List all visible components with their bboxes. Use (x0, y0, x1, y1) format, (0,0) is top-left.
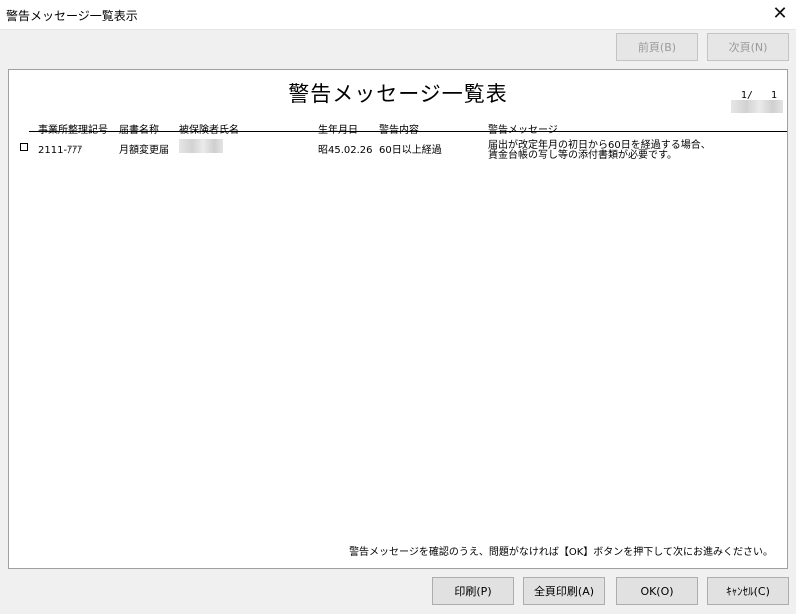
title-bar: 警告メッセージ一覧表示 ✕ (0, 0, 796, 30)
cancel-button[interactable]: ｷｬﾝｾﾙ(C) (707, 577, 789, 605)
report-preview: 警告メッセージ一覧表 1/ 1 事業所整理記号 届書名称 被保険者氏名 生年月日… (8, 69, 788, 569)
row-office-code: 2111-ｱｱｱ (38, 145, 83, 156)
row-birth-date: 昭45.02.26 (318, 145, 373, 156)
row-warning-type: 60日以上経過 (379, 145, 442, 156)
column-office-code: 事業所整理記号 (38, 121, 108, 136)
column-form-name: 届書名称 (119, 121, 159, 136)
redacted-area (731, 100, 783, 113)
row-checkbox[interactable] (20, 143, 28, 151)
close-icon[interactable]: ✕ (770, 4, 790, 24)
warning-message-line: 賃金台帳の写し等の添付書類が必要です。 (488, 150, 677, 161)
instruction-note: 警告メッセージを確認のうえ、問題がなければ【OK】ボタンを押下して次にお進みくだ… (349, 547, 773, 558)
header-divider (29, 131, 787, 132)
redacted-name (179, 139, 223, 153)
prev-page-button[interactable]: 前頁(B) (616, 33, 698, 61)
print-all-button[interactable]: 全頁印刷(A) (523, 577, 605, 605)
row-warning-message: 届出が改定年月の初日から60日を経過する場合、 賃金台帳の写し等の添付書類が必要… (488, 141, 711, 161)
window-title: 警告メッセージ一覧表示 (6, 9, 138, 23)
row-form-name: 月額変更届 (119, 145, 169, 156)
print-button[interactable]: 印刷(P) (432, 577, 514, 605)
column-warning-message: 警告メッセージ (488, 121, 558, 136)
report-title: 警告メッセージ一覧表 (288, 82, 508, 106)
column-birth-date: 生年月日 (318, 121, 358, 136)
ok-button[interactable]: OK(O) (616, 577, 698, 605)
column-warning-type: 警告内容 (379, 121, 419, 136)
next-page-button[interactable]: 次頁(N) (707, 33, 789, 61)
column-insured-name: 被保険者氏名 (179, 121, 239, 136)
